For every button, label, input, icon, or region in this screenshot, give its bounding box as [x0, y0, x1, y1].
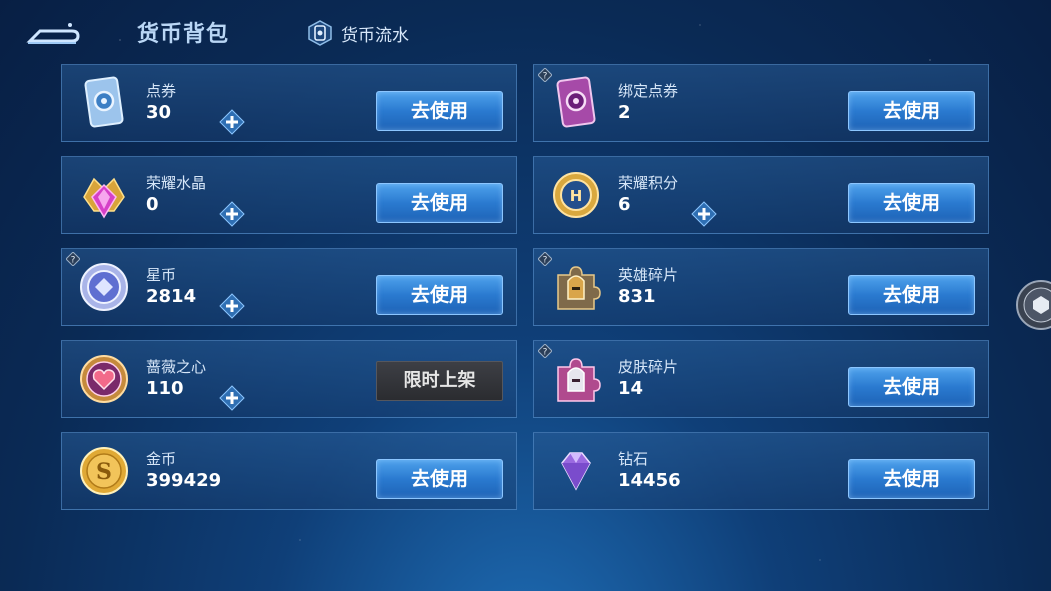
- glory-crystal-icon: [83, 177, 125, 219]
- hero-fragment-icon: [557, 266, 601, 310]
- currency-card-star-coin: ? 星币 2814 去使用: [61, 248, 517, 326]
- use-star-coin-button[interactable]: 去使用: [376, 275, 503, 315]
- currency-amount: 14456: [618, 470, 681, 491]
- currency-amount: 2: [618, 102, 631, 123]
- limited-time-badge: 限时上架: [376, 361, 503, 401]
- bound-coupon-card-icon: [556, 76, 596, 128]
- svg-text:?: ?: [543, 256, 548, 266]
- currency-card-skin-fragment: ? 皮肤碎片 14 去使用: [533, 340, 989, 418]
- currency-card-diamond: 钻石 14456 去使用: [533, 432, 989, 510]
- currency-amount: 399429: [146, 470, 222, 491]
- use-gold-coin-button[interactable]: 去使用: [376, 459, 503, 499]
- currency-amount: 30: [146, 102, 172, 123]
- glory-points-icon: H: [553, 172, 599, 218]
- ledger-icon: [308, 20, 332, 46]
- currency-name: 绑定点券: [618, 82, 679, 100]
- diamond-icon: [561, 452, 591, 491]
- currency-name: 皮肤碎片: [618, 358, 679, 376]
- currency-card-gold-coin: S 金币 399429 去使用: [61, 432, 517, 510]
- use-glory-crystal-button[interactable]: 去使用: [376, 183, 503, 223]
- currency-name: 金币: [146, 450, 177, 468]
- currency-name: 荣耀积分: [618, 174, 679, 192]
- page-title: 货币背包: [137, 22, 230, 47]
- gold-coin-icon: S: [80, 447, 128, 495]
- use-glory-points-button[interactable]: 去使用: [848, 183, 975, 223]
- currency-name: 荣耀水晶: [146, 174, 207, 192]
- skin-fragment-icon: [557, 358, 601, 402]
- currency-flow-label: 货币流水: [341, 25, 409, 46]
- svg-text:?: ?: [71, 256, 76, 266]
- svg-text:?: ?: [543, 348, 548, 358]
- currency-card-glory-crystal: 荣耀水晶 0 去使用: [61, 156, 517, 234]
- currency-amount: 0: [146, 194, 159, 215]
- currency-card-glory-points: H 荣耀积分 6 去使用: [533, 156, 989, 234]
- use-hero-fragment-button[interactable]: 去使用: [848, 275, 975, 315]
- currency-flow-link[interactable]: 货币流水: [307, 19, 409, 47]
- add-glory-points-button[interactable]: [691, 201, 717, 227]
- currency-card-hero-fragment: ? 英雄碎片 831 去使用: [533, 248, 989, 326]
- currency-name: 点券: [146, 82, 177, 100]
- rose-heart-icon: [80, 355, 128, 403]
- side-menu-button[interactable]: [1015, 279, 1051, 331]
- currency-name: 英雄碎片: [618, 266, 679, 284]
- currency-amount: 14: [618, 378, 644, 399]
- use-skin-fragment-button[interactable]: 去使用: [848, 367, 975, 407]
- add-glory-crystal-button[interactable]: [219, 201, 245, 227]
- currency-amount: 2814: [146, 286, 197, 307]
- currency-name: 星币: [146, 266, 177, 284]
- svg-text:H: H: [570, 187, 583, 205]
- currency-card-bound-coupon: ? 绑定点券 2 去使用: [533, 64, 989, 142]
- svg-text:S: S: [96, 459, 112, 485]
- currency-amount: 831: [618, 286, 656, 307]
- use-diamond-button[interactable]: 去使用: [848, 459, 975, 499]
- svg-text:?: ?: [543, 72, 548, 82]
- currency-name: 钻石: [618, 450, 649, 468]
- currency-name: 蔷薇之心: [146, 358, 207, 376]
- currency-amount: 6: [618, 194, 631, 215]
- currency-card-rose-heart: 蔷薇之心 110 限时上架: [61, 340, 517, 418]
- add-rose-heart-button[interactable]: [219, 385, 245, 411]
- use-coupon-button[interactable]: 去使用: [376, 91, 503, 131]
- star-coin-icon: [80, 263, 128, 311]
- coupon-card-icon: [84, 76, 124, 128]
- use-bound-coupon-button[interactable]: 去使用: [848, 91, 975, 131]
- currency-amount: 110: [146, 378, 184, 399]
- currency-card-coupon: 点券 30 去使用: [61, 64, 517, 142]
- add-coupon-button[interactable]: [219, 109, 245, 135]
- add-star-coin-button[interactable]: [219, 293, 245, 319]
- back-button[interactable]: [26, 19, 80, 47]
